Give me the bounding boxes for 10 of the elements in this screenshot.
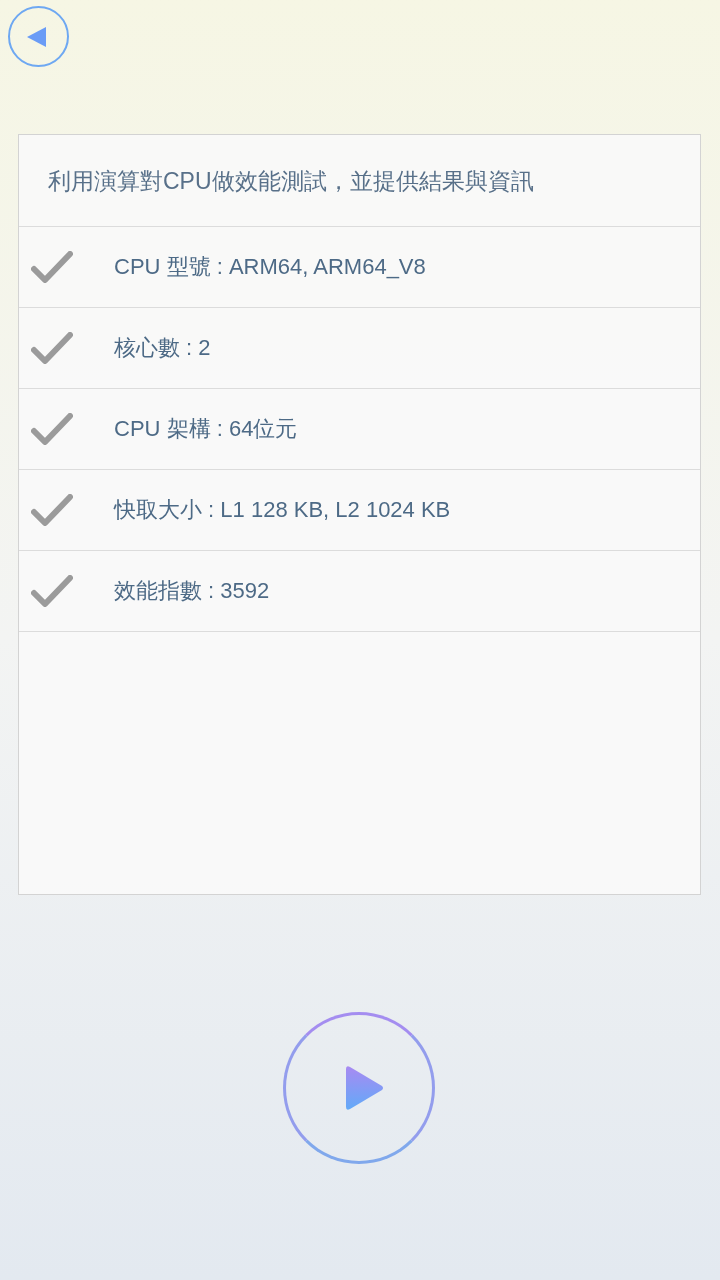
play-icon xyxy=(344,1065,384,1111)
play-button[interactable] xyxy=(283,1012,435,1164)
info-text: CPU 型號 : ARM64, ARM64_V8 xyxy=(114,256,426,278)
info-text: 快取大小 : L1 128 KB, L2 1024 KB xyxy=(114,499,451,521)
description-text: 利用演算對CPU做效能測試，並提供結果與資訊 xyxy=(48,168,534,193)
left-triangle-icon xyxy=(27,26,46,47)
back-button[interactable] xyxy=(8,6,69,67)
info-text: 效能指數 : 3592 xyxy=(114,580,270,602)
info-text: CPU 架構 : 64位元 xyxy=(114,418,298,440)
info-text: 核心數 : 2 xyxy=(114,337,211,359)
